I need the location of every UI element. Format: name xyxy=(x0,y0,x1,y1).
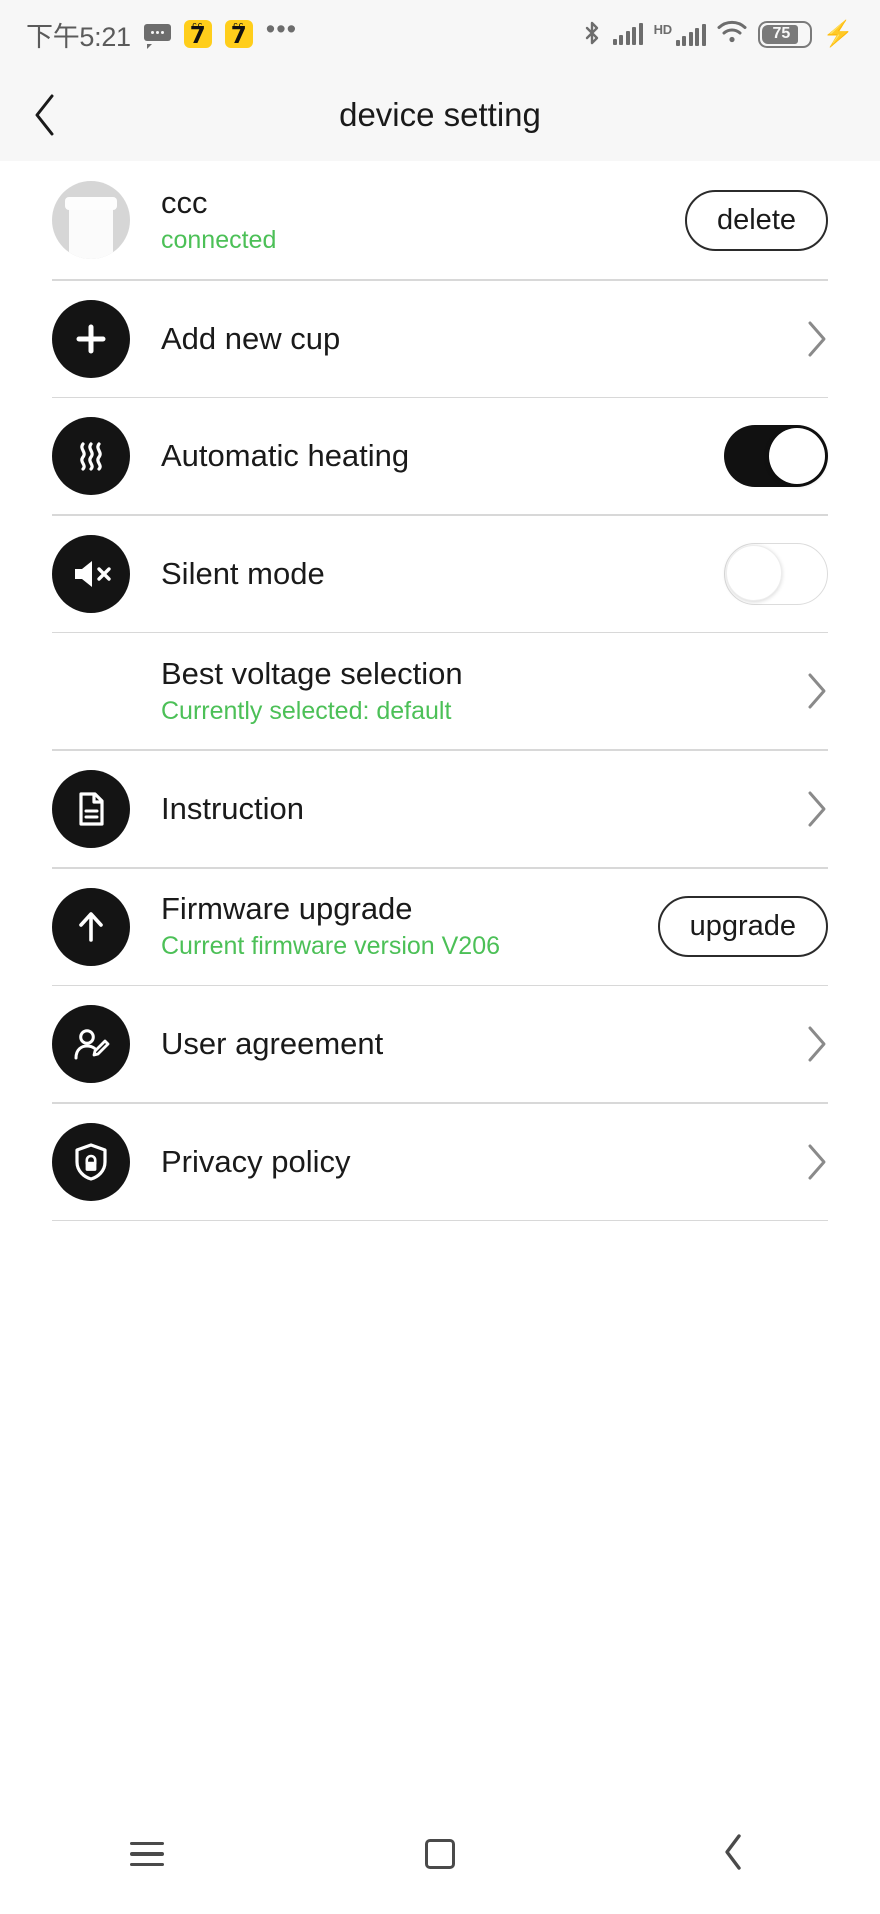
system-nav-bar xyxy=(0,1794,880,1914)
app-header: device setting xyxy=(0,68,880,161)
page-title: device setting xyxy=(339,95,541,133)
nav-back-icon xyxy=(721,1832,745,1877)
upgrade-button[interactable]: upgrade xyxy=(657,896,828,958)
app-badge-icon-1: ᴄᴄ 7 xyxy=(183,20,212,48)
divider xyxy=(52,1219,828,1222)
plus-icon xyxy=(52,299,130,378)
silent-mode-toggle[interactable] xyxy=(724,542,828,605)
chevron-right-icon[interactable] xyxy=(806,672,828,710)
status-bar: 下午5:21 ᴄᴄ 7 ᴄᴄ 7 ••• HD 75 ⚡ xyxy=(0,0,880,68)
message-bubble-icon xyxy=(143,23,171,49)
app-badge-icon-2: ᴄᴄ 7 xyxy=(224,20,253,48)
row-label: Best voltage selection xyxy=(161,656,463,692)
row-label: Privacy policy xyxy=(161,1143,351,1179)
battery-icon: 75 xyxy=(757,20,812,48)
row-automatic-heating[interactable]: Automatic heating xyxy=(52,398,828,514)
settings-list: ccc connected delete Add new cup Automat… xyxy=(0,161,880,1222)
back-button[interactable] xyxy=(0,92,90,138)
chevron-right-icon[interactable] xyxy=(806,1025,828,1063)
chevron-right-icon[interactable] xyxy=(806,1143,828,1181)
nav-back-button[interactable] xyxy=(658,1832,808,1877)
automatic-heating-toggle[interactable] xyxy=(724,425,828,488)
back-chevron-icon xyxy=(31,92,59,138)
nav-home-button[interactable] xyxy=(365,1839,515,1869)
status-bar-left: 下午5:21 ᴄᴄ 7 ᴄᴄ 7 ••• xyxy=(26,15,297,54)
device-texts: ccc connected xyxy=(161,184,671,257)
row-silent-mode[interactable]: Silent mode xyxy=(52,516,828,632)
home-square-icon xyxy=(424,1839,455,1869)
row-sublabel: Currently selected: default xyxy=(161,697,452,726)
row-firmware-upgrade[interactable]: Firmware upgrade Current firmware versio… xyxy=(52,869,828,985)
wifi-icon xyxy=(717,20,747,49)
nav-menu-button[interactable] xyxy=(72,1841,222,1867)
row-instruction[interactable]: Instruction xyxy=(52,751,828,867)
phone-screen: 下午5:21 ᴄᴄ 7 ᴄᴄ 7 ••• HD 75 ⚡ device sett… xyxy=(0,0,880,1914)
battery-percent: 75 xyxy=(772,25,791,42)
row-privacy-policy[interactable]: Privacy policy xyxy=(52,1104,828,1220)
chevron-right-icon[interactable] xyxy=(806,320,828,358)
delete-button[interactable]: delete xyxy=(684,189,828,251)
status-bar-right: HD 75 ⚡ xyxy=(582,20,854,49)
row-label: Instruction xyxy=(161,791,305,827)
device-row[interactable]: ccc connected delete xyxy=(52,161,828,279)
device-status: connected xyxy=(161,225,277,254)
row-label: User agreement xyxy=(161,1026,384,1062)
row-add-new-cup[interactable]: Add new cup xyxy=(52,281,828,397)
menu-icon xyxy=(129,1841,164,1867)
row-label: Automatic heating xyxy=(161,438,410,474)
speaker-mute-icon xyxy=(52,534,130,613)
device-name: ccc xyxy=(161,184,208,220)
shield-lock-icon xyxy=(52,1122,130,1201)
row-sublabel: Current firmware version V206 xyxy=(161,932,501,961)
up-arrow-icon xyxy=(52,887,130,966)
cellular-signal-icon xyxy=(612,23,643,45)
row-label: Firmware upgrade xyxy=(161,891,413,927)
cellular-signal-2-icon: HD xyxy=(654,23,706,46)
icon-placeholder xyxy=(52,652,130,730)
row-label: Silent mode xyxy=(161,555,325,591)
status-time: 下午5:21 xyxy=(26,21,131,52)
cup-avatar-icon xyxy=(52,181,130,259)
chevron-right-icon[interactable] xyxy=(806,790,828,828)
steam-waves-icon xyxy=(52,417,130,496)
row-best-voltage-selection[interactable]: Best voltage selection Currently selecte… xyxy=(52,633,828,749)
status-overflow-icon: ••• xyxy=(265,14,298,45)
row-user-agreement[interactable]: User agreement xyxy=(52,986,828,1102)
document-icon xyxy=(52,769,130,848)
user-edit-icon xyxy=(52,1005,130,1084)
charging-icon: ⚡ xyxy=(822,19,854,48)
row-label: Add new cup xyxy=(161,320,341,356)
hd-label: HD xyxy=(653,21,672,37)
bluetooth-icon xyxy=(582,20,602,48)
